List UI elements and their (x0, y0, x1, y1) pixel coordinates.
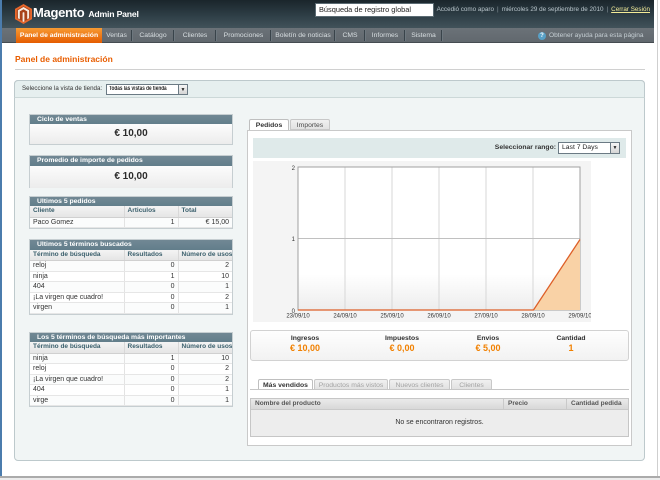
svg-text:23/09/10: 23/09/10 (286, 314, 310, 320)
svg-text:24/09/10: 24/09/10 (333, 314, 357, 320)
svg-text:26/09/10: 26/09/10 (427, 314, 451, 320)
svg-text:29/09/10: 29/09/10 (568, 314, 591, 320)
svg-text:28/09/10: 28/09/10 (521, 314, 545, 320)
svg-text:2: 2 (292, 166, 296, 172)
svg-text:1: 1 (292, 237, 296, 243)
svg-text:25/09/10: 25/09/10 (380, 314, 404, 320)
svg-text:27/09/10: 27/09/10 (474, 314, 498, 320)
